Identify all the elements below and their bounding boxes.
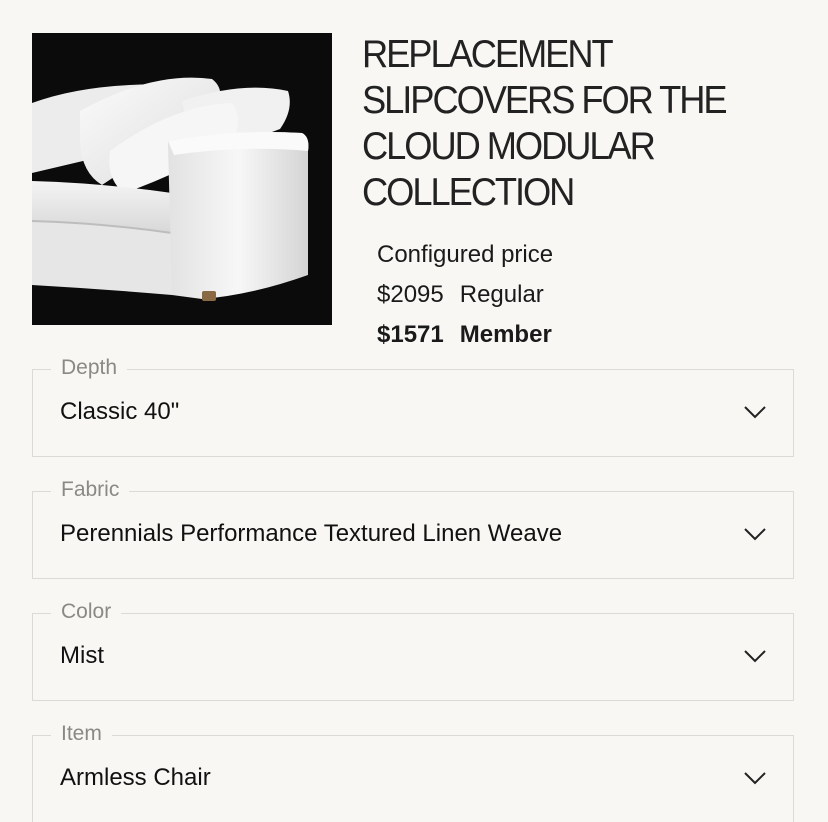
depth-label: Depth: [51, 355, 128, 381]
configured-price-label: Configured price: [377, 241, 554, 268]
chevron-down-icon[interactable]: [743, 404, 767, 420]
regular-price-label: Regular: [459, 281, 544, 308]
item-select[interactable]: Item Armless Chair: [32, 721, 794, 822]
title-line: COLLECTION: [362, 171, 575, 214]
title-line: REPLACEMENT: [362, 33, 614, 76]
chevron-down-icon[interactable]: [743, 770, 767, 786]
fabric-label: Fabric: [51, 477, 130, 503]
fabric-select[interactable]: Fabric Perennials Performance Textured L…: [32, 477, 794, 579]
color-select[interactable]: Color Mist: [32, 599, 794, 701]
title-line: CLOUD MODULAR: [362, 125, 656, 168]
member-price-amount: $1571: [377, 321, 444, 348]
item-value: Armless Chair: [60, 764, 211, 791]
member-price: $1571 Member: [377, 315, 553, 355]
chevron-down-icon[interactable]: [743, 648, 767, 664]
regular-price: $2095 Regular: [377, 275, 553, 315]
fabric-value: Perennials Performance Textured Linen We…: [60, 520, 563, 547]
price-block: Configured price $2095 Regular $1571 Membe…: [377, 235, 553, 355]
product-image[interactable]: [32, 33, 332, 325]
member-price-label: Member: [459, 321, 552, 348]
color-label: Color: [51, 599, 122, 625]
depth-select[interactable]: Depth Classic 40": [32, 355, 794, 457]
chevron-down-icon[interactable]: [743, 526, 767, 542]
title-line: SLIPCOVERS FOR THE: [362, 79, 728, 122]
color-value: Mist: [60, 642, 104, 669]
product-title: REPLACEMENT SLIPCOVERS FOR THE CLOUD MOD…: [362, 32, 771, 216]
item-label: Item: [51, 721, 112, 747]
sofa-photo-icon: [32, 33, 332, 325]
depth-value: Classic 40": [60, 398, 180, 425]
product-configurator: REPLACEMENT SLIPCOVERS FOR THE CLOUD MOD…: [0, 0, 828, 822]
regular-price-amount: $2095: [377, 281, 444, 308]
